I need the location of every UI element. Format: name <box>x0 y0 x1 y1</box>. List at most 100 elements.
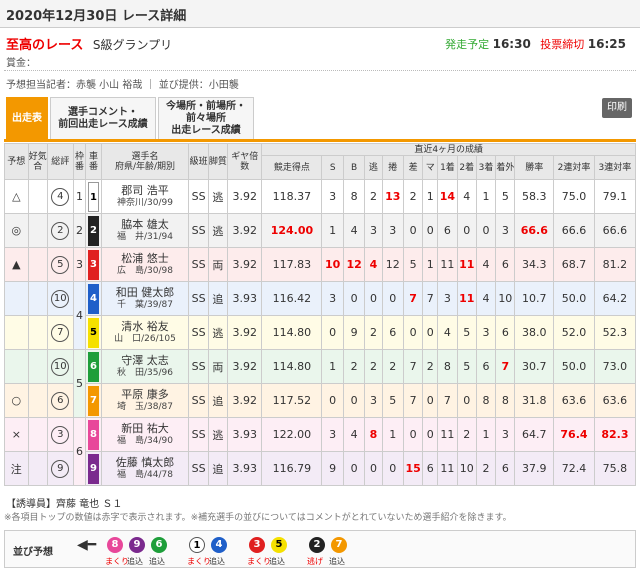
kiai-cell <box>27 281 48 316</box>
waku-cell: 4 <box>72 281 87 350</box>
racer-name-cell: 郡司 浩平 神奈川/30/99 <box>100 179 190 214</box>
stat-r2: 50.0 <box>553 349 595 384</box>
racer-name[interactable]: 郡司 浩平 <box>102 184 189 197</box>
stat-nige: 2 <box>364 179 383 214</box>
car-ball-8: 8 <box>107 537 123 553</box>
stat-cg: 5 <box>495 179 516 214</box>
car-number-badge: 2 <box>87 215 99 246</box>
stat-score: 116.42 <box>261 281 323 316</box>
waku-cell: 1 <box>72 179 87 214</box>
stat-sashi: 0 <box>402 315 424 350</box>
car-ball-3: 3 <box>249 537 265 553</box>
line-prediction-label: 並び予想 <box>13 547 53 558</box>
car-number-badge: 6 <box>87 351 99 382</box>
tab-comments[interactable]: 選手コメント・ 前回出走レース成績 <box>50 97 156 139</box>
stat-S: 1 <box>321 213 344 248</box>
col-s: S <box>321 155 344 180</box>
col-nige: 逃 <box>364 155 383 180</box>
stat-win: 10.7 <box>514 281 555 316</box>
racer-profile: 福 島/34/90 <box>116 435 173 446</box>
tab-past-results[interactable]: 今場所・前場所・ 前々場所 出走レース成績 <box>158 97 254 139</box>
stat-makuri: 2 <box>381 349 404 384</box>
stat-r2: 63.6 <box>553 383 595 418</box>
stat-r2: 66.6 <box>553 213 595 248</box>
stat-c2: 2 <box>456 417 477 452</box>
kyu-cell: SS <box>188 247 209 282</box>
sohyo-circle: 2 <box>51 221 70 240</box>
racer-profile: 福 井/31/94 <box>116 231 173 242</box>
race-info: 至高のレース S級グランプリ 発走予定 16:30 投票締切 16:25 <box>6 34 636 53</box>
tab-entry-list[interactable]: 出走表 <box>6 97 48 139</box>
kiai-cell <box>27 349 48 384</box>
racer-name[interactable]: 脇本 雄太 <box>102 218 189 231</box>
print-button[interactable]: 印刷 <box>602 98 632 118</box>
col-cg: 着外 <box>495 155 516 180</box>
stat-B: 0 <box>342 281 366 316</box>
stat-score: 114.80 <box>261 315 323 350</box>
racer-name-cell: 守澤 太志秋 田/35/96 <box>100 349 190 384</box>
racer-name[interactable]: 平原 康多 <box>102 388 189 401</box>
stat-nige: 8 <box>364 417 383 452</box>
racer-name[interactable]: 松浦 悠士 <box>102 252 189 265</box>
col-car: 車番 <box>85 143 102 180</box>
stat-B: 12 <box>342 247 366 282</box>
stat-makuri: 3 <box>381 213 404 248</box>
stat-ma: 1 <box>422 247 439 282</box>
car-ball-7: 7 <box>331 537 347 553</box>
kiai-cell <box>27 315 48 350</box>
stat-r3: 52.3 <box>593 315 637 350</box>
stat-sashi: 7 <box>402 349 424 384</box>
stat-score: 116.79 <box>261 451 323 486</box>
start-label: 発走予定 <box>445 38 490 51</box>
racer-name[interactable]: 新田 祐大 <box>102 422 189 435</box>
stat-c3: 2 <box>475 451 497 486</box>
racer-profile: 福 島/44/78 <box>116 469 173 480</box>
racer-name-cell: 松浦 悠士広 島/30/98 <box>100 247 190 282</box>
line-tag: 追込 <box>127 557 143 566</box>
yoso-mark: ○ <box>4 383 29 418</box>
stat-sashi: 0 <box>402 417 424 452</box>
racer-name[interactable]: 守澤 太志 <box>102 354 189 367</box>
stat-c2: 11 <box>456 247 477 282</box>
leader-info: 【誘導員】齊藤 竜也 Ｓ１ <box>6 499 123 510</box>
racer-name[interactable]: 佐藤 慎太郎 <box>102 456 189 469</box>
col-b: B <box>342 155 366 180</box>
line-tag: 追込 <box>149 557 165 566</box>
stat-B: 4 <box>342 417 366 452</box>
racer-name[interactable]: 清水 裕友 <box>102 320 189 333</box>
race-grade: S級グランプリ <box>92 38 173 52</box>
footnote: ※各項目トップの数値は赤字で表示されます。※補充選手の並びについてはコメントがと… <box>4 513 512 523</box>
car-ball-5: 5 <box>271 537 287 553</box>
stat-r3: 79.1 <box>593 179 637 214</box>
stat-win: 31.8 <box>514 383 555 418</box>
racer-name[interactable]: 和田 健太郎 <box>102 286 189 299</box>
yoso-mark: ◎ <box>4 213 29 248</box>
stat-cg: 7 <box>495 349 516 384</box>
line-tag: まくり <box>105 557 129 566</box>
gear-cell: 3.92 <box>227 213 263 248</box>
stat-sashi: 7 <box>402 383 424 418</box>
stat-score: 117.52 <box>261 383 323 418</box>
racer-name-cell: 平原 康多埼 玉/38/87 <box>100 383 190 418</box>
stat-r2: 76.4 <box>553 417 595 452</box>
race-name: 至高のレース <box>6 38 84 53</box>
kyaku-cell: 逃 <box>207 179 229 214</box>
kyu-cell: SS <box>188 383 209 418</box>
stat-makuri: 1 <box>381 417 404 452</box>
race-times: 発走予定 16:30 投票締切 16:25 <box>445 36 632 52</box>
racer-name-cell: 和田 健太郎千 葉/39/87 <box>100 281 190 316</box>
sohyo-circle: 3 <box>51 425 70 444</box>
stat-c1: 11 <box>437 451 458 486</box>
col-c3: 3着 <box>475 155 497 180</box>
car-ball-2: 2 <box>309 537 325 553</box>
stat-r3: 73.0 <box>593 349 637 384</box>
sohyo-cell: 2 <box>46 213 74 248</box>
stat-S: 9 <box>321 451 344 486</box>
stat-c1: 6 <box>437 213 458 248</box>
stat-ma: 0 <box>422 417 439 452</box>
car-cell: 1 <box>85 179 102 214</box>
col-gear: ギヤ倍数 <box>227 143 263 180</box>
stat-ma: 1 <box>422 179 439 214</box>
stat-B: 4 <box>342 213 366 248</box>
page-title: 2020年12月30日 レース詳細 <box>0 0 640 28</box>
